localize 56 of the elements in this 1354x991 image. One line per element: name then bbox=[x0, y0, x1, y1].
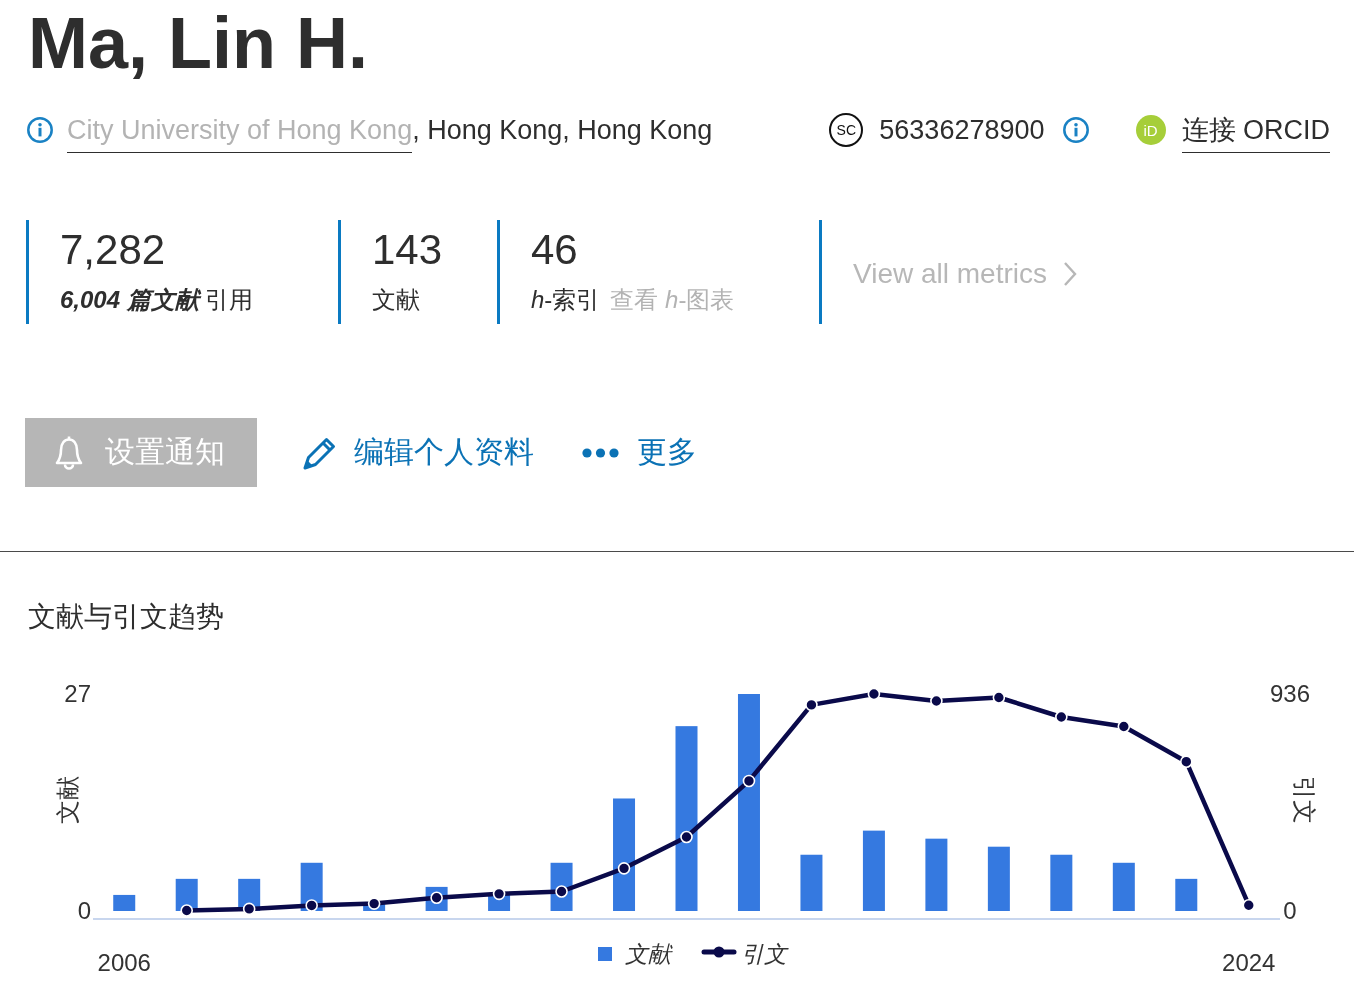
chart-point bbox=[805, 698, 818, 712]
chart-point bbox=[617, 862, 631, 875]
chart-bar bbox=[1175, 878, 1198, 911]
axis-tick-label: 2024 bbox=[1222, 949, 1276, 976]
metric-label: 6,004 篇文献 引用 bbox=[60, 285, 254, 315]
author-name: Ma, Lin H. bbox=[27, 2, 368, 85]
chart-bar bbox=[113, 894, 136, 911]
chart-point bbox=[242, 902, 256, 916]
orcid-link[interactable]: 连接 ORCID bbox=[1181, 107, 1330, 153]
chevron-right-icon bbox=[1063, 261, 1077, 287]
axis-tick-label: 936 bbox=[1270, 680, 1310, 707]
chart-point bbox=[867, 687, 881, 701]
legend-label: 文献 bbox=[625, 941, 671, 967]
sc-badge: SC bbox=[829, 113, 864, 147]
metric-label: 文献 bbox=[372, 285, 420, 315]
metric-value: 46 bbox=[531, 225, 578, 275]
metric-label: h-索引 bbox=[531, 285, 601, 315]
info-icon[interactable] bbox=[27, 117, 53, 143]
view-all-metrics-link[interactable]: View all metrics bbox=[853, 256, 1077, 292]
metric-value: 143 bbox=[372, 225, 443, 275]
edit-profile-link[interactable]: 编辑个人资料 bbox=[302, 432, 534, 473]
metric-value: 7,282 bbox=[60, 225, 166, 275]
chart-bar bbox=[1050, 854, 1073, 911]
axis-tick-label: 0 bbox=[77, 897, 91, 924]
chart-point bbox=[1055, 710, 1068, 724]
info-icon[interactable] bbox=[1062, 117, 1089, 143]
chart-point bbox=[1117, 720, 1131, 733]
bell-icon bbox=[53, 434, 85, 471]
chart-point bbox=[680, 830, 693, 844]
more-button[interactable]: 更多 bbox=[582, 432, 697, 473]
chart-point bbox=[492, 887, 506, 901]
chart-title: 文献与引文趋势 bbox=[28, 600, 224, 634]
chart-point bbox=[992, 691, 1006, 704]
axis-title: 文献 bbox=[54, 776, 81, 824]
chart-bar bbox=[987, 846, 1010, 911]
author-id-text: 56336278900 bbox=[879, 114, 1045, 147]
chart-point bbox=[430, 891, 443, 905]
chart-point bbox=[555, 885, 568, 898]
metric-link[interactable]: 查看 h-图表 bbox=[610, 282, 735, 318]
chart-point bbox=[1242, 898, 1256, 912]
chart-point bbox=[305, 899, 318, 912]
more-dots-icon bbox=[582, 447, 619, 458]
chart-point bbox=[1180, 755, 1193, 768]
chart-point bbox=[180, 904, 193, 917]
axis-tick-label: 2006 bbox=[97, 949, 151, 976]
chart-point bbox=[742, 774, 756, 788]
chart-point bbox=[930, 694, 943, 708]
location-text: , Hong Kong, Hong Kong bbox=[412, 114, 713, 147]
chart-bar bbox=[1112, 862, 1135, 911]
chart-bar bbox=[800, 854, 823, 911]
legend-label: 引文 bbox=[741, 941, 787, 967]
institution-link[interactable]: City University of Hong Kong bbox=[67, 107, 413, 153]
id-badge: iD bbox=[1135, 115, 1166, 145]
axis-tick-label: 0 bbox=[1283, 897, 1297, 924]
axis-title: 引文 bbox=[1291, 776, 1318, 824]
axis-tick-label: 27 bbox=[64, 680, 91, 707]
